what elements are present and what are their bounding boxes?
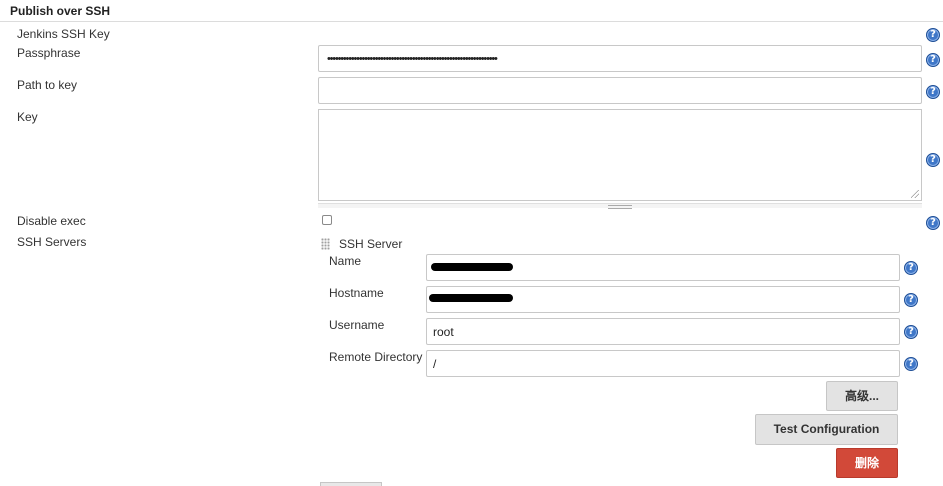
advanced-button[interactable]: 高级... bbox=[826, 381, 898, 411]
jenkins-ssh-key-label: Jenkins SSH Key bbox=[17, 27, 110, 41]
key-textarea[interactable] bbox=[318, 109, 922, 201]
textarea-splitter[interactable] bbox=[318, 203, 922, 209]
hostname-label: Hostname bbox=[329, 286, 384, 300]
path-to-key-input[interactable] bbox=[318, 77, 922, 104]
help-icon[interactable]: ? bbox=[904, 261, 918, 275]
key-label: Key bbox=[17, 110, 38, 124]
drag-handle-icon[interactable] bbox=[321, 238, 330, 250]
help-icon[interactable]: ? bbox=[926, 153, 940, 167]
path-to-key-label: Path to key bbox=[17, 78, 78, 92]
passphrase-input[interactable]: ••••••••••••••••••••••••••••••••••••••••… bbox=[318, 45, 922, 72]
section-header: Publish over SSH bbox=[0, 0, 943, 22]
disable-exec-label: Disable exec bbox=[17, 214, 86, 228]
help-icon[interactable]: ? bbox=[926, 28, 940, 42]
redacted-hostname-mark bbox=[429, 294, 513, 302]
delete-button[interactable]: 删除 bbox=[836, 448, 898, 478]
help-icon[interactable]: ? bbox=[904, 293, 918, 307]
test-configuration-button[interactable]: Test Configuration bbox=[755, 414, 898, 445]
passphrase-label: Passphrase bbox=[17, 46, 81, 60]
redacted-name-mark bbox=[431, 263, 513, 271]
add-server-button[interactable] bbox=[320, 482, 382, 486]
remote-directory-label: Remote Directory bbox=[329, 350, 423, 364]
help-icon[interactable]: ? bbox=[926, 216, 940, 230]
username-label: Username bbox=[329, 318, 385, 332]
help-icon[interactable]: ? bbox=[926, 53, 940, 67]
username-input[interactable]: root bbox=[426, 318, 900, 345]
server-name-label: Name bbox=[329, 254, 362, 268]
remote-directory-input[interactable]: / bbox=[426, 350, 900, 377]
section-title: Publish over SSH bbox=[10, 4, 111, 18]
help-icon[interactable]: ? bbox=[904, 357, 918, 371]
disable-exec-checkbox[interactable] bbox=[322, 215, 332, 225]
splitter-handle-icon[interactable] bbox=[608, 205, 632, 209]
ssh-servers-label: SSH Servers bbox=[17, 235, 87, 249]
ssh-server-title: SSH Server bbox=[339, 237, 403, 251]
help-icon[interactable]: ? bbox=[904, 325, 918, 339]
help-icon[interactable]: ? bbox=[926, 85, 940, 99]
resize-grip-icon[interactable] bbox=[911, 190, 919, 198]
